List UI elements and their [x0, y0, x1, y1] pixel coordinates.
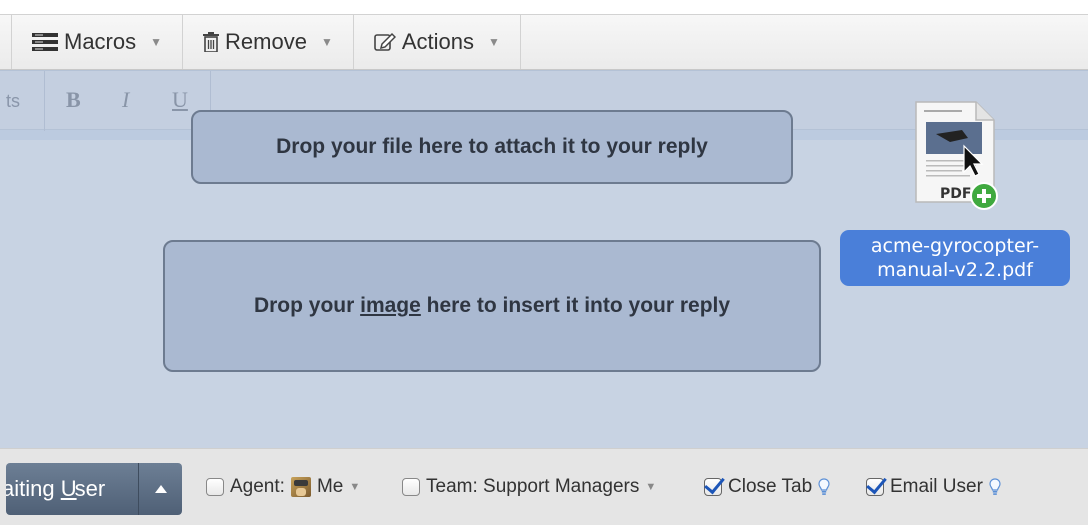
agent-value[interactable]: Me [317, 476, 343, 498]
format-truncated-label: ts [6, 91, 21, 111]
agent-option: Agent: Me ▼ [206, 473, 360, 501]
pdf-icon-label: PDF [940, 186, 971, 202]
dragged-file-name: acme-gyrocopter- manual-v2.2.pdf [840, 230, 1070, 286]
underline-button[interactable]: U [172, 87, 188, 113]
send-options-button[interactable] [138, 463, 182, 515]
send-button-label: aiting User [6, 476, 105, 502]
chevron-down-icon: ▼ [320, 35, 333, 49]
remove-button[interactable]: Remove ▼ [183, 15, 354, 69]
team-option: Team: Support Managers ▼ [402, 473, 656, 501]
lightbulb-icon[interactable] [818, 478, 830, 496]
send-reply-button[interactable]: aiting User [6, 463, 138, 515]
insert-image-drop-zone[interactable]: Drop your image here to insert it into y… [163, 240, 821, 372]
italic-button[interactable]: I [122, 87, 129, 113]
top-strip [0, 0, 1088, 14]
trash-icon [203, 32, 220, 52]
toolbar-edge [0, 15, 12, 69]
chevron-down-icon: ▼ [487, 35, 500, 49]
actions-button[interactable]: Actions ▼ [354, 15, 521, 69]
lightbulb-icon[interactable] [989, 478, 1001, 496]
close-tab-checkbox[interactable] [704, 478, 722, 496]
team-label[interactable]: Team: Support Managers [426, 476, 639, 498]
send-label-start: aiting [6, 476, 61, 501]
file-name-line2: manual-v2.2.pdf [877, 259, 1033, 281]
actions-label: Actions [401, 29, 474, 54]
email-user-checkbox[interactable] [866, 478, 884, 496]
close-tab-option: Close Tab [704, 473, 830, 501]
agent-label: Agent: [230, 476, 285, 497]
email-user-label[interactable]: Email User [890, 476, 983, 498]
team-checkbox[interactable] [402, 478, 420, 496]
agent-checkbox[interactable] [206, 478, 224, 496]
reply-bottom-bar: aiting User Agent: Me ▼ Team: Support Ma… [0, 448, 1088, 525]
avatar [290, 477, 311, 497]
send-label-end: ser [74, 476, 106, 501]
format-separator [44, 71, 45, 131]
drop-image-text: Drop your image here to insert it into y… [254, 294, 730, 318]
drop-image-text-end: here to insert it into your reply [420, 294, 731, 317]
drop-image-text-start: Drop your [253, 294, 361, 317]
ticket-toolbar: Macros ▼ Remove ▼ Actions ▼ [0, 14, 1088, 70]
edit-icon [374, 32, 396, 51]
drop-file-text: Drop your file here to attach it to your… [276, 135, 708, 158]
drop-image-link: image [360, 294, 421, 317]
email-user-option: Email User [866, 473, 1001, 501]
file-name-line1: acme-gyrocopter- [870, 235, 1040, 257]
attach-file-drop-zone[interactable]: Drop your file here to attach it to your… [191, 110, 793, 184]
chevron-down-icon: ▼ [150, 35, 163, 49]
close-tab-label[interactable]: Close Tab [728, 476, 812, 498]
macros-button[interactable]: Macros ▼ [12, 15, 184, 69]
macros-icon [32, 33, 58, 51]
macros-label: Macros [64, 29, 137, 54]
chevron-down-icon[interactable]: ▼ [645, 481, 656, 493]
pdf-file-icon[interactable]: PDF [910, 98, 1002, 216]
remove-label: Remove [225, 29, 307, 54]
chevron-up-icon [154, 485, 167, 493]
bold-button[interactable]: B [66, 87, 81, 113]
chevron-down-icon[interactable]: ▼ [349, 481, 360, 493]
